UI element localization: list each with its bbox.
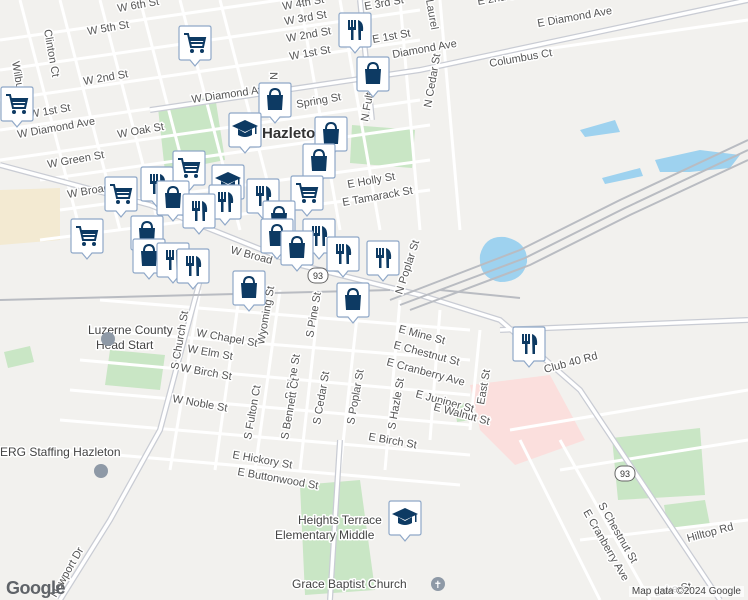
shopping-icon: [280, 230, 314, 272]
school-marker[interactable]: [388, 500, 422, 542]
grocery-marker[interactable]: [0, 86, 34, 128]
map-attribution[interactable]: Map data ©2024 Google: [628, 586, 744, 597]
school-icon: [228, 112, 262, 154]
svg-text:✝: ✝: [434, 580, 442, 591]
shopping-icon: [232, 270, 266, 312]
school-marker[interactable]: [228, 112, 262, 154]
google-logo: Google: [6, 578, 66, 598]
poi-label: Grace Baptist Church: [292, 577, 407, 591]
restaurant-marker[interactable]: [182, 193, 216, 235]
shopping-icon: [258, 82, 292, 124]
svg-text:93: 93: [620, 469, 630, 479]
restaurant-icon: [338, 12, 372, 54]
school-icon: [388, 500, 422, 542]
restaurant-icon: [176, 248, 210, 290]
grocery-marker[interactable]: [178, 25, 212, 67]
grocery-icon: [104, 176, 138, 218]
svg-text:93: 93: [313, 271, 323, 281]
restaurant-marker[interactable]: [326, 236, 360, 278]
grocery-icon: [178, 25, 212, 67]
poi-label: Luzerne County: [88, 323, 173, 337]
bank-poi-icon: [94, 464, 108, 478]
shopping-marker[interactable]: [356, 56, 390, 98]
restaurant-icon: [366, 240, 400, 282]
restaurant-marker[interactable]: [366, 240, 400, 282]
grocery-icon: [70, 218, 104, 260]
shopping-marker[interactable]: [336, 282, 370, 324]
grocery-marker[interactable]: [104, 176, 138, 218]
shopping-marker[interactable]: [258, 82, 292, 124]
restaurant-icon: [326, 236, 360, 278]
shopping-icon: [336, 282, 370, 324]
shopping-icon: [356, 56, 390, 98]
poi-label: Elementary Middle: [275, 528, 375, 542]
map-canvas[interactable]: 93 93 W 6th St W 5th St W 4th St W 3rd St W …: [0, 0, 748, 600]
restaurant-icon: [182, 193, 216, 235]
grocery-marker[interactable]: [70, 218, 104, 260]
grocery-icon: [0, 86, 34, 128]
restaurant-marker[interactable]: [512, 326, 546, 368]
school-poi-icon: [101, 332, 115, 346]
poi-label: Heights Terrace: [298, 513, 382, 527]
restaurant-marker[interactable]: [338, 12, 372, 54]
poi-label: ERG Staffing Hazleton: [0, 445, 121, 459]
shopping-marker[interactable]: [280, 230, 314, 272]
restaurant-marker[interactable]: [176, 248, 210, 290]
shopping-marker[interactable]: [232, 270, 266, 312]
restaurant-icon: [512, 326, 546, 368]
